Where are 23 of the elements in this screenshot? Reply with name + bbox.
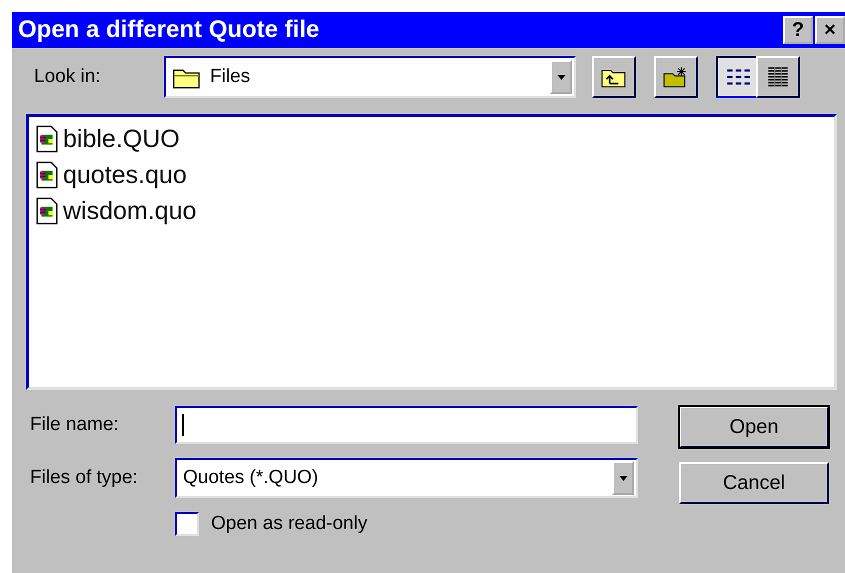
read-only-checkbox[interactable] bbox=[175, 512, 199, 536]
window-title: Open a different Quote file bbox=[18, 16, 320, 44]
file-type-dropdown[interactable]: Quotes (*.QUO) bbox=[175, 458, 638, 498]
file-icon bbox=[35, 125, 59, 153]
cancel-button[interactable]: Cancel bbox=[679, 462, 829, 504]
open-button[interactable]: Open bbox=[679, 406, 829, 448]
look-in-label: Look in: bbox=[34, 66, 102, 88]
file-type-label: Files of type: bbox=[30, 467, 139, 489]
details-view-button[interactable] bbox=[756, 56, 800, 98]
help-button[interactable]: ? bbox=[783, 16, 813, 44]
close-button[interactable]: × bbox=[815, 16, 845, 44]
read-only-label: Open as read-only bbox=[211, 513, 368, 535]
up-folder-button[interactable] bbox=[592, 56, 636, 98]
file-item[interactable]: bible.QUO bbox=[35, 121, 828, 157]
file-name-field[interactable] bbox=[175, 406, 638, 444]
file-icon bbox=[35, 161, 59, 189]
new-folder-icon bbox=[663, 66, 689, 88]
file-name-label: File name: bbox=[30, 414, 120, 436]
file-item[interactable]: wisdom.quo bbox=[35, 193, 828, 229]
new-folder-button[interactable] bbox=[654, 56, 698, 98]
file-item[interactable]: quotes.quo bbox=[35, 157, 828, 193]
look-in-dropdown[interactable]: Files bbox=[164, 56, 576, 98]
file-icon bbox=[35, 197, 59, 225]
